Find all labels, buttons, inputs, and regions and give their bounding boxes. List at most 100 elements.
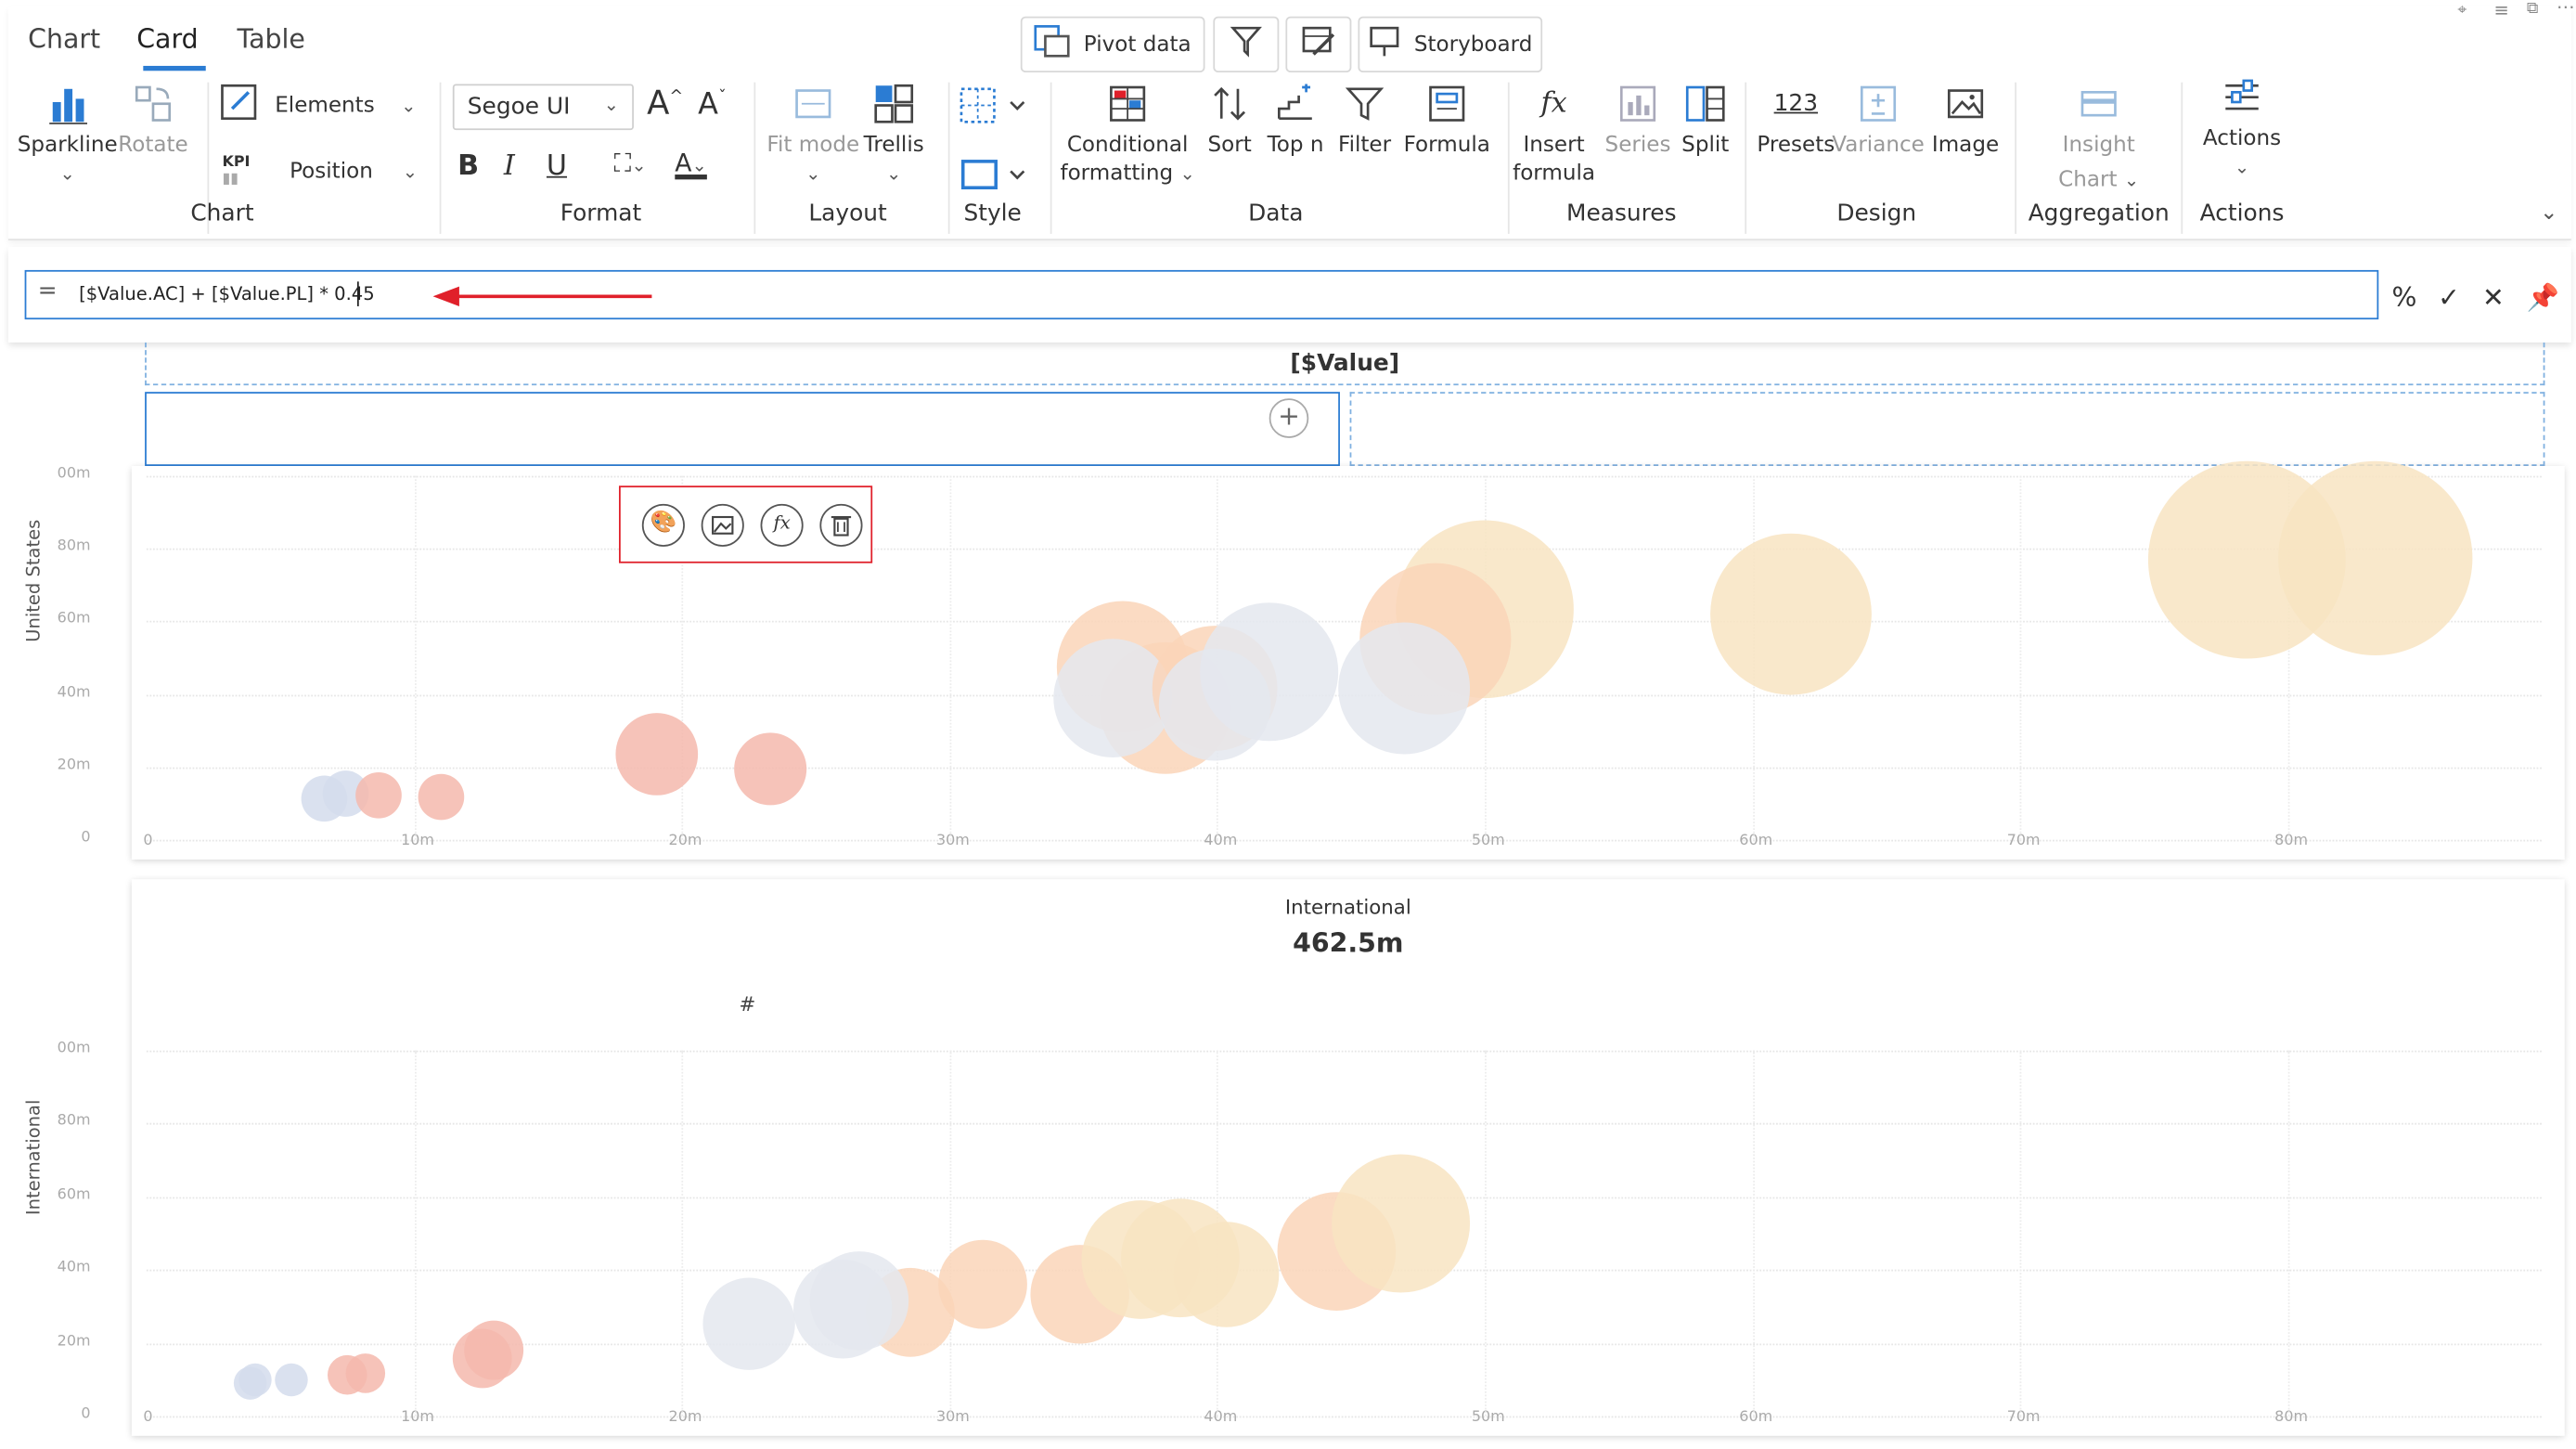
font-family-select[interactable]: Segoe UI ⌄ <box>452 84 634 131</box>
conditional-formatting-button[interactable]: Conditional formatting ⌄ <box>1059 83 1197 188</box>
group-design: Design <box>1836 201 1917 227</box>
bubble[interactable] <box>345 1353 386 1393</box>
group-chart: Chart <box>190 201 254 227</box>
card-slot-right[interactable] <box>1349 392 2545 467</box>
insight-chart-label: Chart <box>2058 167 2118 193</box>
bubble[interactable] <box>1332 1154 1471 1293</box>
trellis-button[interactable]: Trellis ⌄ <box>857 83 930 188</box>
y-tick-label: 0 <box>81 830 91 847</box>
gridlines-button[interactable] <box>960 85 1032 135</box>
image-label: Image <box>1931 133 2000 159</box>
series-icon <box>1616 83 1659 125</box>
sparkline-button[interactable]: Sparkline ⌄ <box>18 83 118 188</box>
tab-table[interactable]: Table <box>237 23 304 55</box>
bubble[interactable] <box>702 1277 795 1370</box>
image-button[interactable]: Image <box>1927 83 2003 160</box>
sparkline-label: Sparkline <box>17 133 118 159</box>
add-element-icon[interactable]: + <box>1269 398 1309 438</box>
elements-button[interactable]: Elements ⌄ <box>219 83 416 129</box>
font-color-icon[interactable]: A⌄ <box>675 149 707 178</box>
bubble[interactable] <box>275 1363 308 1397</box>
position-button[interactable]: KPI ▮▮ Position ⌄ <box>222 155 418 188</box>
bubble[interactable] <box>938 1239 1027 1329</box>
top-n-button[interactable]: Top n <box>1263 83 1329 160</box>
series-button[interactable]: Series <box>1602 83 1674 160</box>
vertical-gridline <box>2287 1050 2290 1417</box>
delete-trash-icon[interactable] <box>819 503 863 547</box>
bubble[interactable] <box>1710 533 1872 695</box>
expand-window-icon[interactable]: ⧉ <box>2527 0 2539 19</box>
insert-formula-button[interactable]: 𝑓x Insert formula <box>1510 83 1599 188</box>
filter-window-icon[interactable]: ≡ <box>2493 0 2508 21</box>
insight-chart-button[interactable]: Insight Chart ⌄ <box>2050 83 2148 195</box>
bubble[interactable] <box>418 773 465 821</box>
hash-placeholder: # <box>739 992 756 1016</box>
underline-icon[interactable]: U <box>547 149 567 182</box>
tab-card[interactable]: Card <box>136 23 198 55</box>
bubble[interactable] <box>355 771 402 819</box>
more-options-icon[interactable]: ⋯ <box>2557 0 2575 19</box>
pin-window-icon[interactable]: ⌖ <box>2457 2 2467 20</box>
bubble[interactable] <box>1200 602 1339 742</box>
gridline <box>146 767 2542 770</box>
storyboard-button[interactable]: Storyboard <box>1358 16 1543 73</box>
formula-label: Formula <box>1403 133 1490 159</box>
presets-button[interactable]: 123 Presets <box>1753 83 1838 160</box>
y-tick-label: 40m <box>57 684 91 701</box>
fit-mode-button[interactable]: Fit mode ⌄ <box>762 83 864 188</box>
bubble[interactable] <box>1173 1222 1280 1327</box>
palette-icon[interactable]: 🎨 <box>641 503 685 547</box>
table-edit-button[interactable] <box>1285 16 1352 73</box>
variance-icon <box>1857 83 1900 125</box>
filter-icon <box>1344 83 1386 125</box>
fill-color-icon[interactable]: ⛶⌄ <box>614 149 647 178</box>
variance-button[interactable]: Variance <box>1832 83 1925 160</box>
pivot-data-label: Pivot data <box>1083 32 1191 58</box>
fx-formula-icon[interactable]: 𝑓x <box>760 503 804 547</box>
storyboard-icon <box>1368 25 1400 65</box>
vertical-gridline <box>949 1050 951 1417</box>
bubble[interactable] <box>238 1363 272 1397</box>
bold-icon[interactable]: B <box>457 149 479 182</box>
pivot-data-button[interactable]: Pivot data <box>1020 16 1205 73</box>
conditional-formatting-icon <box>1106 83 1149 125</box>
percent-button[interactable]: % <box>2391 281 2416 313</box>
accept-check-icon[interactable]: ✓ <box>2438 281 2460 313</box>
bubble[interactable] <box>809 1251 909 1351</box>
formula-button[interactable]: Formula <box>1401 83 1493 160</box>
italic-icon[interactable]: I <box>504 149 515 182</box>
rotate-button[interactable]: Rotate <box>117 83 189 160</box>
x-tick-label: 60m <box>1739 833 1773 850</box>
bubble[interactable] <box>734 732 807 806</box>
formula-input[interactable]: = [$Value.AC] + [$Value.PL] * 0.45 <box>24 269 2379 320</box>
bubble[interactable] <box>464 1320 524 1380</box>
vertical-gridline <box>2019 475 2022 840</box>
y-tick-label: 40m <box>57 1260 91 1277</box>
collapse-ribbon-icon[interactable]: ⌄ <box>2540 201 2557 226</box>
sort-button[interactable]: Sort <box>1200 83 1259 160</box>
formula-icon <box>1425 83 1468 125</box>
bubble[interactable] <box>1338 622 1471 755</box>
card-slot-left[interactable]: + <box>145 392 1340 467</box>
font-grow-icon[interactable]: A^ <box>647 83 683 123</box>
chevron-down-icon: ⌄ <box>886 162 902 185</box>
split-button[interactable]: Split <box>1674 83 1736 160</box>
image-chart-icon[interactable] <box>701 503 744 547</box>
bubble[interactable] <box>615 713 699 796</box>
chevron-down-icon: ⌄ <box>59 162 75 185</box>
font-shrink-icon[interactable]: Aˇ <box>698 87 727 122</box>
filter-button[interactable]: Filter <box>1332 83 1397 160</box>
x-tick-label: 80m <box>2274 1409 2309 1427</box>
border-style-button[interactable] <box>960 155 1032 204</box>
equals-icon: = <box>37 278 58 305</box>
card-title-zone[interactable]: [$Value] <box>145 342 2545 386</box>
tab-chart[interactable]: Chart <box>28 23 100 55</box>
bubble[interactable] <box>2278 460 2473 656</box>
chevron-down-icon: ⌄ <box>402 160 419 183</box>
actions-button[interactable]: Actions ⌄ <box>2197 76 2286 182</box>
chevron-down-icon: ⌄ <box>805 162 821 185</box>
filter-top-button[interactable] <box>1213 16 1280 73</box>
elements-icon <box>219 83 259 129</box>
pin-icon[interactable]: 📌 <box>2527 281 2559 313</box>
cancel-close-icon[interactable]: ✕ <box>2482 281 2505 313</box>
